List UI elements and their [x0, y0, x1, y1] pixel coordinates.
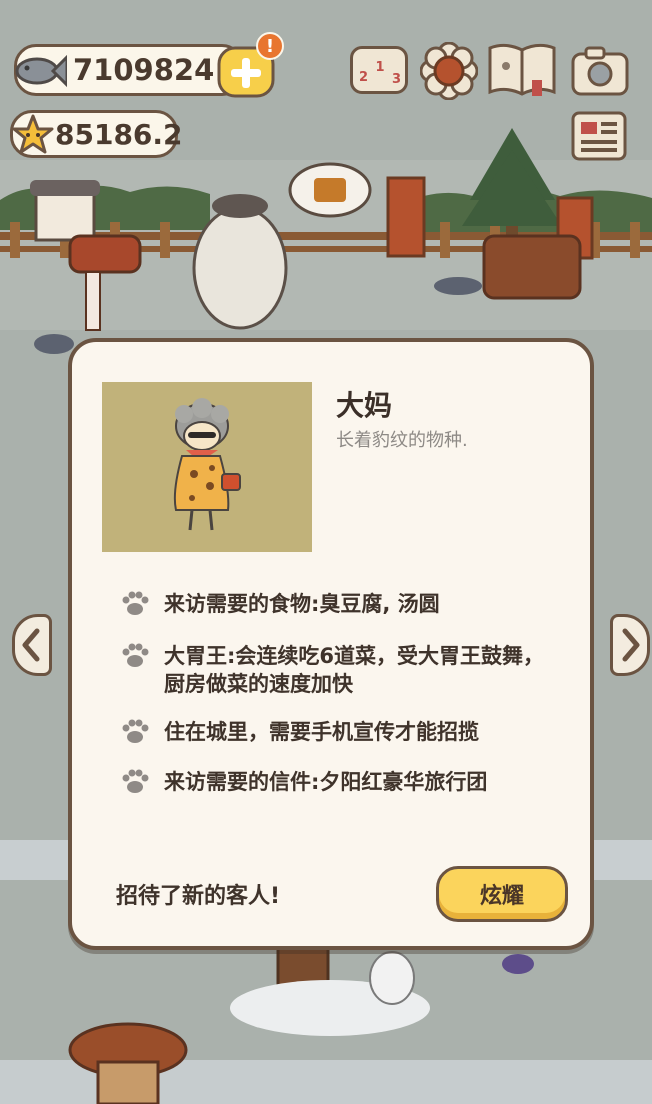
customer-description: 长着豹纹的物种. [336, 430, 468, 451]
book-button[interactable] [486, 40, 558, 100]
fish-count: 7109824 [73, 53, 215, 87]
star-icon [12, 114, 54, 154]
previous-customer-button[interactable] [12, 614, 52, 676]
fish-icon [15, 54, 67, 88]
paw-icon [122, 591, 149, 615]
customer-character-image [173, 398, 241, 531]
requirement-text: 来访需要的信件:夕阳红豪华旅行团 [164, 770, 488, 794]
requirement-item: 来访需要的信件:夕阳红豪华旅行团 [120, 768, 564, 796]
flower-settings-button[interactable] [420, 42, 478, 100]
star-count: 85186.2 [55, 117, 183, 151]
chevron-right-icon [622, 628, 640, 662]
podium-icon: 2 1 3 [359, 60, 401, 87]
next-customer-button[interactable] [610, 614, 650, 676]
new-customer-message: 招待了新的客人! [116, 884, 281, 909]
paw-icon [122, 769, 149, 793]
paw-icon [122, 643, 149, 667]
requirement-text: 来访需要的食物:臭豆腐, 汤圆 [164, 592, 440, 616]
requirement-text: 大胃王:会连续吃6道菜，受大胃王鼓舞，厨房做菜的速度加快 [164, 644, 545, 696]
requirement-text: 住在城里，需要手机宣传才能招揽 [164, 720, 479, 744]
star-currency-counter: 85186.2 [10, 110, 183, 158]
requirement-item: 来访需要的食物:臭豆腐, 汤圆 [120, 590, 564, 618]
customer-name: 大妈 [336, 389, 393, 422]
camera-button[interactable] [570, 44, 630, 98]
requirement-item: 住在城里，需要手机宣传才能招揽 [120, 718, 564, 746]
ranking-button[interactable]: 2 1 3 [350, 46, 408, 94]
show-off-button[interactable]: 炫耀 [436, 866, 568, 922]
requirement-item: 大胃王:会连续吃6道菜，受大胃王鼓舞，厨房做菜的速度加快 [120, 642, 564, 698]
newspaper-button[interactable] [570, 110, 628, 162]
show-off-label: 炫耀 [479, 884, 524, 909]
chevron-left-icon [22, 628, 40, 662]
paw-icon [122, 719, 149, 743]
notification-badge: ! [256, 32, 284, 60]
new-customer-dialog: 大妈 长着豹纹的物种. 来访需要的食物:臭豆腐, 汤圆 大胃王:会连续吃6道菜，… [68, 338, 594, 950]
fish-currency-counter: 7109824 [14, 44, 244, 96]
customer-portrait [102, 382, 312, 552]
